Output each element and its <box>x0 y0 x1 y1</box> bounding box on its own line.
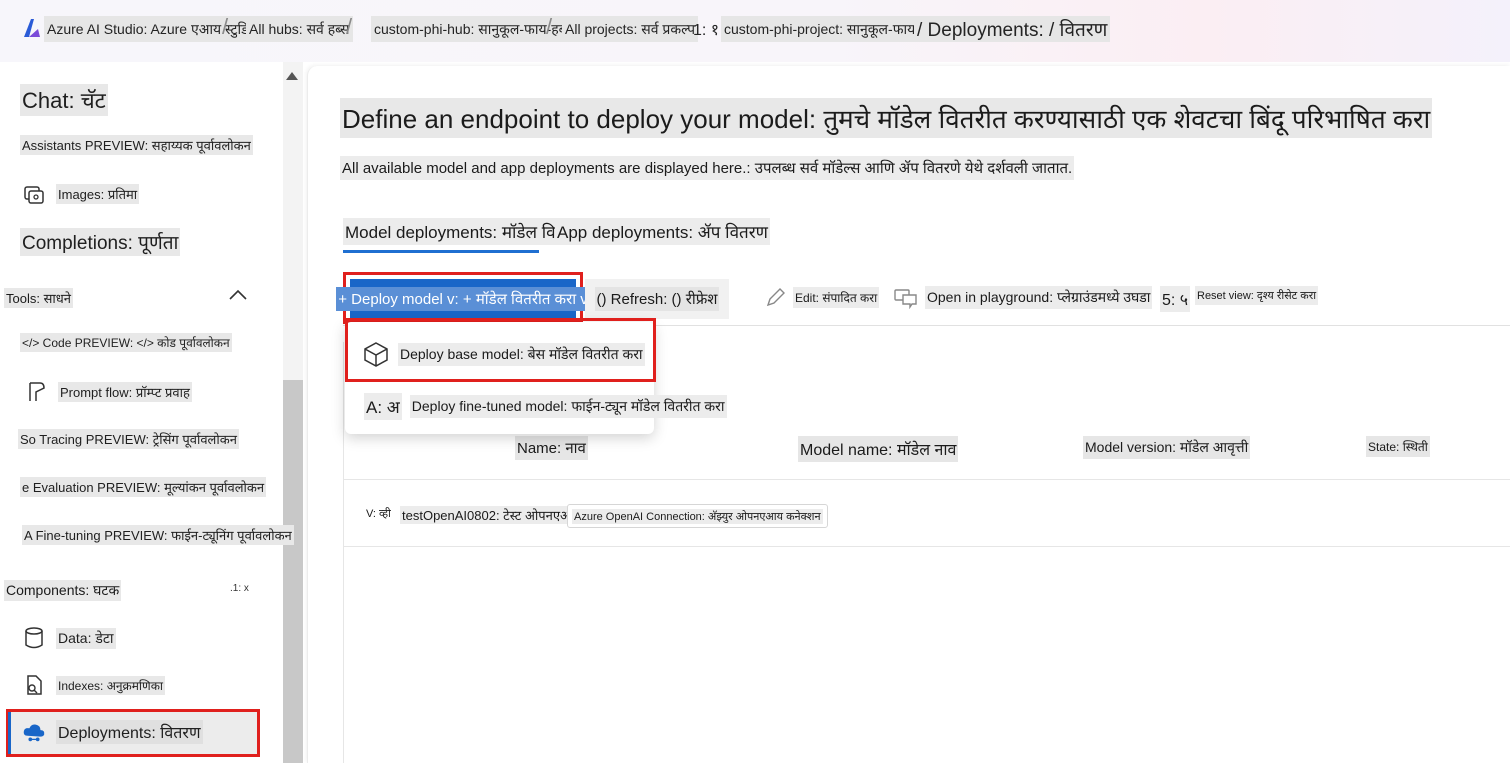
sidebar-item-label: Assistants PREVIEW: सहाय्यक पूर्वावलोकन <box>20 135 253 155</box>
active-indicator <box>8 712 11 754</box>
sidebar-item-prompt-flow[interactable]: Prompt flow: प्रॉम्प्ट प्रवाह <box>24 380 192 404</box>
deploy-model-label: + Deploy model v: + मॉडेल वितरीत करा v <box>336 287 590 311</box>
table-divider <box>343 546 1510 547</box>
sidebar-item-chat[interactable]: Chat: चॅट <box>20 84 108 116</box>
sidebar-item-label: A Fine-tuning PREVIEW: फाईन-ट्यूनिंग पूर… <box>22 525 294 545</box>
edit-label: Edit: संपादित करा <box>793 286 880 308</box>
toolbar-count: 5: ५ <box>1160 286 1191 312</box>
sidebar-item-fine-tuning[interactable]: A Fine-tuning PREVIEW: फाईन-ट्यूनिंग पूर… <box>22 525 294 545</box>
row-marker[interactable]: V: व्ही <box>366 506 391 521</box>
fine-tuned-prefix: A: अ <box>364 393 402 420</box>
sidebar-item-completions[interactable]: Completions: पूर्णता <box>20 228 181 256</box>
deploy-fine-tuned-model-item[interactable]: A: अ Deploy fine-tuned model: फाईन-ट्यून… <box>364 393 727 420</box>
playground-label: Open in playground: प्लेग्राउंडमध्ये उघड… <box>925 286 1153 309</box>
refresh-label: () Refresh: () रीफ्रेश <box>594 287 720 311</box>
base-model-highlight <box>345 318 656 382</box>
sidebar-item-deployments-content[interactable]: Deployments: वितरण <box>22 720 203 744</box>
breadcrumb-hubs[interactable]: All hubs: सर्व हब्स <box>246 16 353 42</box>
connection-badge: Azure OpenAI Connection: अ‍ॅझ्युर ओपनएआय… <box>567 504 828 528</box>
connection-label: Azure OpenAI Connection: अ‍ॅझ्युर ओपनएआय… <box>572 508 823 524</box>
deploy-fine-tuned-label: Deploy fine-tuned model: फाईन-ट्यून मॉडे… <box>409 395 727 418</box>
sidebar-item-tracing[interactable]: So Tracing PREVIEW: ट्रेसिंग पूर्वावलोकन <box>18 429 239 449</box>
sidebar-item-data[interactable]: Data: डेटा <box>22 626 116 650</box>
breadcrumb-projects[interactable]: All projects: सर्व प्रकल्प <box>562 16 699 42</box>
sidebar-item-label: Prompt flow: प्रॉम्प्ट प्रवाह <box>58 382 192 402</box>
sidebar-item-evaluation[interactable]: e Evaluation PREVIEW: मूल्यांकन पूर्वावल… <box>20 477 267 497</box>
tab-app-deployments[interactable]: App deployments: ॲप वितरण <box>555 218 770 245</box>
sidebar-scroll-thumb[interactable] <box>283 380 303 763</box>
database-icon <box>22 626 46 650</box>
pencil-icon <box>766 288 785 307</box>
table-divider <box>343 479 1510 480</box>
sidebar-item-images[interactable]: Images: प्रतिमा <box>22 182 140 206</box>
sidebar-item-label: Deployments: वितरण <box>56 720 203 744</box>
page-subtitle: All available model and app deployments … <box>340 156 1075 180</box>
deployments-cloud-icon <box>22 720 46 744</box>
sidebar-item-label: So Tracing PREVIEW: ट्रेसिंग पूर्वावलोकन <box>18 429 239 449</box>
indexes-icon <box>22 673 46 697</box>
reset-view-button[interactable]: Reset view: दृश्य रीसेट करा <box>1195 286 1319 305</box>
tools-section-header: Tools: साधने <box>4 288 73 308</box>
sidebar-item-label: Data: डेटा <box>56 627 116 649</box>
open-in-playground-button[interactable]: Open in playground: प्लेग्राउंडमध्ये उघड… <box>893 286 1153 309</box>
components-count: .1: x <box>230 583 249 594</box>
sidebar-item-label: e Evaluation PREVIEW: मूल्यांकन पूर्वावल… <box>20 477 267 497</box>
breadcrumb-current: / Deployments: / वितरण <box>914 16 1111 42</box>
sidebar-item-label: Completions: पूर्णता <box>20 228 181 256</box>
column-header-model-name[interactable]: Model name: मॉडेल नाव <box>798 436 959 462</box>
column-header-model-version[interactable]: Model version: मॉडेल आवृत्ती <box>1083 436 1251 459</box>
prompt-flow-icon <box>24 380 48 404</box>
sidebar-item-code[interactable]: </> Code PREVIEW: </> कोड पूर्वावलोकन <box>20 333 232 352</box>
breadcrumb-projects-count: 1: १ <box>693 22 720 39</box>
breadcrumb-separator: / <box>346 14 353 39</box>
azure-ai-logo-icon[interactable] <box>20 17 42 39</box>
column-header-state[interactable]: State: स्थिती <box>1366 436 1430 457</box>
deploy-model-button[interactable]: + Deploy model v: + मॉडेल वितरीत करा v <box>336 279 590 319</box>
breadcrumb-separator: / <box>222 14 229 39</box>
edit-button[interactable]: Edit: संपादित करा <box>765 286 880 308</box>
refresh-button[interactable]: () Refresh: () रीफ्रेश <box>585 279 729 319</box>
page-title: Define an endpoint to deploy your model:… <box>340 98 1433 138</box>
active-tab-underline <box>343 250 539 253</box>
sidebar-item-label: </> Code PREVIEW: </> कोड पूर्वावलोकन <box>20 333 232 352</box>
reset-view-label: Reset view: दृश्य रीसेट करा <box>1195 286 1319 305</box>
sidebar-item-label: Indexes: अनुक्रमणिका <box>56 675 166 695</box>
chat-bubbles-icon <box>894 288 917 309</box>
chevron-up-icon[interactable] <box>228 286 248 302</box>
column-header-name[interactable]: Name: नाव <box>515 436 588 460</box>
sidebar-item-label: Images: प्रतिमा <box>56 184 140 204</box>
breadcrumb-separator: / <box>546 14 553 39</box>
sidebar <box>0 62 302 763</box>
sidebar-item-assistants[interactable]: Assistants PREVIEW: सहाय्यक पूर्वावलोकन <box>20 135 253 155</box>
scroll-up-arrow-icon[interactable] <box>286 72 298 80</box>
sidebar-item-indexes[interactable]: Indexes: अनुक्रमणिका <box>22 673 166 697</box>
sidebar-item-label: Chat: चॅट <box>20 84 108 116</box>
images-icon <box>22 182 46 206</box>
components-section-header: Components: घटक <box>4 580 122 601</box>
breadcrumb-hub[interactable]: custom-phi-hub: सानुकूल-फाय-हब <box>371 16 570 42</box>
toolbar-count-label: 5: ५ <box>1160 286 1191 312</box>
breadcrumb-studio[interactable]: Azure AI Studio: Azure एआय स्टुडिओ <box>44 16 266 42</box>
tab-model-deployments[interactable]: Model deployments: मॉडेल वितरण <box>343 218 587 245</box>
